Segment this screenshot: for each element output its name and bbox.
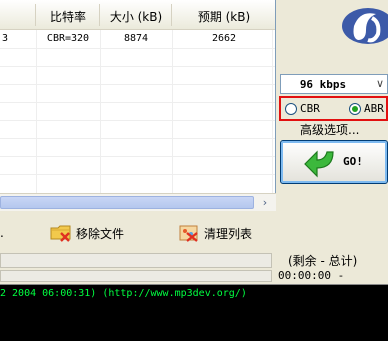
cell-size: 8874	[123, 33, 149, 44]
cbr-radio[interactable]: CBR	[285, 102, 320, 115]
remove-files-button[interactable]: 移除文件	[50, 220, 124, 246]
radio-circle-icon	[285, 102, 297, 115]
column-divider	[272, 30, 273, 193]
scrollbar-thumb[interactable]	[0, 196, 254, 209]
encoding-mode-group: CBR ABR	[279, 96, 388, 121]
bitrate-select[interactable]: 96 kbps ∨	[280, 74, 388, 94]
total-progress-bar	[0, 270, 272, 282]
chevron-down-icon[interactable]: ∨	[376, 77, 384, 90]
row-line	[0, 120, 275, 121]
folder-remove-icon	[50, 223, 72, 243]
horizontal-scrollbar[interactable]: ›	[0, 193, 276, 211]
header-sep	[36, 4, 100, 26]
cbr-label: CBR	[300, 102, 320, 115]
abr-label: ABR	[364, 102, 384, 115]
remain-total-label: (剩余 - 总计)	[288, 254, 358, 268]
row-line	[0, 156, 275, 157]
advanced-options-link[interactable]: 高级选项...	[300, 121, 359, 138]
trailing-dot: .	[0, 226, 4, 240]
clear-list-button[interactable]: 清理列表	[178, 220, 252, 246]
clear-list-label: 清理列表	[204, 226, 253, 241]
radio-selected-icon	[349, 102, 361, 115]
header-expected[interactable]: 预期 (kB)	[172, 8, 275, 25]
table-header: 比特率 大小 (kB) 预期 (kB)	[0, 0, 275, 30]
go-label: GO!	[343, 155, 363, 168]
remove-files-label: 移除文件	[76, 226, 125, 241]
row-line	[0, 102, 275, 103]
action-bar: . 移除文件 清理列表	[0, 216, 276, 250]
console-line: 2 2004 06:00:31) (http://www.mp3dev.org/…	[0, 288, 247, 299]
scroll-right-arrow-icon[interactable]: ›	[257, 195, 273, 210]
row-line	[0, 138, 275, 139]
row-line	[0, 174, 275, 175]
column-divider	[100, 30, 101, 193]
file-list[interactable]: 比特率 大小 (kB) 预期 (kB) 3 CBR=320 8874 2662	[0, 0, 276, 193]
abr-radio[interactable]: ABR	[349, 102, 384, 115]
header-sep	[100, 4, 172, 26]
cell-bitrate: CBR=320	[46, 33, 90, 44]
row-line	[0, 66, 275, 67]
column-divider	[172, 30, 173, 193]
clear-list-icon	[178, 223, 200, 243]
app-logo	[300, 0, 388, 60]
bitrate-value: 96 kbps	[299, 78, 347, 91]
go-button[interactable]: GO!	[280, 140, 388, 184]
log-console: 2 2004 06:00:31) (http://www.mp3dev.org/…	[0, 284, 388, 341]
column-divider	[36, 30, 37, 193]
cell-expected: 2662	[211, 33, 237, 44]
row-line	[0, 84, 275, 85]
header-col-name[interactable]	[0, 4, 36, 26]
row-line	[0, 48, 275, 49]
cell-name: 3	[1, 33, 9, 44]
go-arrow-icon	[303, 146, 337, 180]
file-progress-bar	[0, 253, 272, 268]
